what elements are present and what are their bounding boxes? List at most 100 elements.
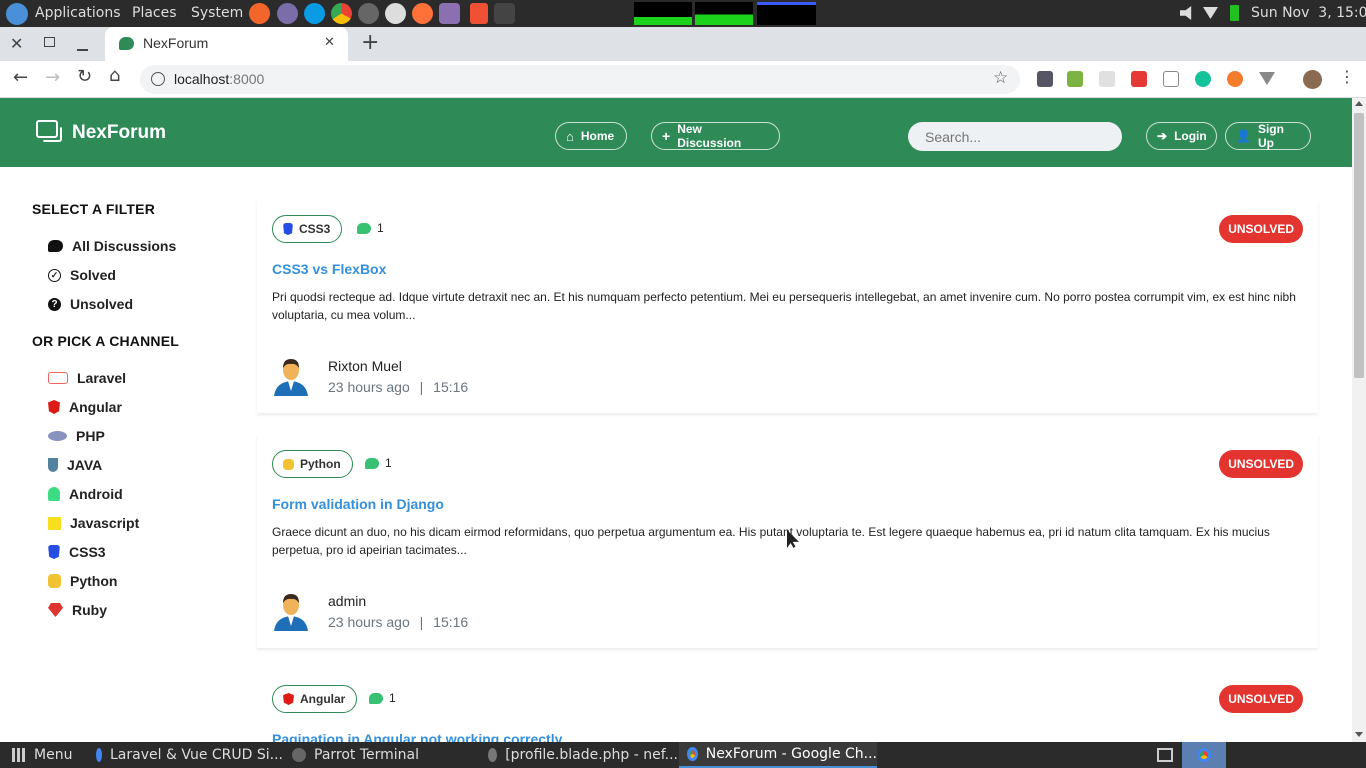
discussion-title-link[interactable]: CSS3 vs FlexBox xyxy=(272,261,386,277)
home-icon[interactable]: ⌂ xyxy=(109,65,120,86)
channel-chip-python[interactable]: Python xyxy=(272,450,353,478)
chrome-icon[interactable] xyxy=(331,3,352,24)
author-name[interactable]: admin xyxy=(328,593,366,609)
meta-separator: | xyxy=(419,379,424,395)
discussion-card: CSS3 1 UNSOLVED CSS3 vs FlexBox Pri quod… xyxy=(257,200,1318,413)
system-menu[interactable]: System xyxy=(191,5,243,21)
taskbar-item[interactable]: [profile.blade.php - nef... xyxy=(480,742,678,768)
channel-label: JAVA xyxy=(67,457,103,473)
channel-angular[interactable]: Angular xyxy=(48,399,122,415)
signup-button[interactable]: 👤 Sign Up xyxy=(1225,122,1311,150)
status-badge: UNSOLVED xyxy=(1219,215,1303,243)
filter-unsolved[interactable]: ? Unsolved xyxy=(48,296,133,312)
screenshot-icon[interactable] xyxy=(385,3,406,24)
volume-icon[interactable] xyxy=(1180,6,1192,20)
restore-window-icon[interactable] xyxy=(44,37,55,47)
channel-chip-angular[interactable]: Angular xyxy=(272,685,358,713)
firefox-icon[interactable] xyxy=(412,3,433,24)
channel-php[interactable]: PHP xyxy=(48,428,105,444)
extension-icon[interactable] xyxy=(1227,71,1243,87)
forward-icon[interactable]: → xyxy=(45,67,60,88)
new-discussion-button[interactable]: + New Discussion xyxy=(651,122,780,150)
chrome-icon xyxy=(687,747,698,761)
taskbar-item[interactable]: Parrot Terminal xyxy=(284,742,479,768)
page-scrollbar[interactable] xyxy=(1352,98,1366,742)
launcher-icon[interactable] xyxy=(249,3,270,24)
battery-icon[interactable] xyxy=(1230,5,1239,21)
git-icon[interactable] xyxy=(470,3,488,24)
taskbar-item-active[interactable]: NexForum - Google Ch... xyxy=(679,742,877,768)
channel-laravel[interactable]: Laravel xyxy=(48,370,126,386)
extension-icon[interactable] xyxy=(1163,71,1179,87)
author-avatar[interactable] xyxy=(272,591,310,631)
tab-nexforum[interactable]: NexForum ✕ xyxy=(105,27,348,61)
extension-icon[interactable] xyxy=(1067,71,1083,87)
reply-count: 1 xyxy=(365,456,392,470)
filter-all-discussions[interactable]: All Discussions xyxy=(48,238,176,254)
reload-icon[interactable]: ↻ xyxy=(77,66,92,87)
meta-separator: | xyxy=(419,614,424,630)
clock[interactable]: Sun Nov 3, 15:02 xyxy=(1251,5,1366,21)
post-meta: 23 hours ago | 15:16 xyxy=(328,614,468,630)
close-window-icon[interactable]: ✕ xyxy=(10,34,23,53)
places-menu[interactable]: Places xyxy=(132,5,177,21)
channel-python[interactable]: Python xyxy=(48,573,117,589)
launcher-icon[interactable] xyxy=(358,3,379,24)
reply-count-value: 1 xyxy=(385,456,392,470)
filter-solved[interactable]: ✓ Solved xyxy=(48,267,116,283)
extension-icon[interactable] xyxy=(1099,71,1115,87)
post-ago: 23 hours ago xyxy=(328,614,410,630)
search-input[interactable] xyxy=(908,122,1122,151)
home-button[interactable]: ⌂ Home xyxy=(555,122,627,150)
address-bar[interactable]: localhost:8000 ☆ xyxy=(140,65,1020,94)
applications-menu[interactable]: Applications xyxy=(35,5,121,21)
minimize-window-icon[interactable] xyxy=(77,49,88,51)
new-tab-icon[interactable]: + xyxy=(361,30,379,55)
wifi-icon[interactable] xyxy=(1203,7,1218,19)
channel-label: CSS3 xyxy=(69,544,106,560)
workspace-switcher-icon[interactable] xyxy=(1157,748,1173,762)
channel-chip-css3[interactable]: CSS3 xyxy=(272,215,343,243)
parrot-logo-icon[interactable] xyxy=(6,3,28,25)
skype-icon[interactable] xyxy=(304,3,325,24)
channel-java[interactable]: JAVA xyxy=(48,457,102,473)
taskbar-item[interactable]: Laravel & Vue CRUD Si... xyxy=(88,742,283,768)
editor-icon[interactable] xyxy=(439,3,460,24)
grammarly-icon[interactable] xyxy=(1195,71,1211,87)
brand-name[interactable]: NexForum xyxy=(72,122,166,144)
launcher-icon[interactable] xyxy=(277,3,298,24)
channel-label: PHP xyxy=(76,428,105,444)
scroll-up-arrow-icon[interactable] xyxy=(1355,101,1363,106)
channel-css3[interactable]: CSS3 xyxy=(48,544,106,560)
discussion-title-link[interactable]: Form validation in Django xyxy=(272,496,444,512)
author-name[interactable]: Rixton Muel xyxy=(328,358,402,374)
reply-count-value: 1 xyxy=(377,221,384,235)
back-icon[interactable]: ← xyxy=(13,67,28,88)
favicon-comments-icon xyxy=(119,37,134,50)
discussion-title-link[interactable]: Pagination in Angular not working correc… xyxy=(272,731,562,742)
extension-icon[interactable] xyxy=(1037,71,1053,87)
channel-ruby[interactable]: Ruby xyxy=(48,602,107,618)
channel-android[interactable]: Android xyxy=(48,486,123,502)
bookmark-star-icon[interactable]: ☆ xyxy=(993,68,1008,88)
extension-icon[interactable] xyxy=(1131,71,1147,87)
login-button[interactable]: ➔ Login xyxy=(1146,122,1217,150)
scrollbar-thumb[interactable] xyxy=(1354,113,1364,378)
filter-heading: SELECT A FILTER xyxy=(32,201,156,217)
author-avatar[interactable] xyxy=(272,356,310,396)
profile-avatar[interactable] xyxy=(1303,70,1322,89)
workspace-chrome-icon[interactable] xyxy=(1182,742,1226,768)
close-tab-icon[interactable]: ✕ xyxy=(324,35,335,50)
site-info-icon[interactable] xyxy=(151,72,165,86)
terminal-icon[interactable] xyxy=(494,3,515,24)
channel-javascript[interactable]: Javascript xyxy=(48,515,139,531)
start-menu-button[interactable]: Menu xyxy=(4,742,84,768)
extension-icon[interactable] xyxy=(1259,72,1275,85)
filter-label: Unsolved xyxy=(70,296,134,312)
chrome-menu-icon[interactable]: ⋮ xyxy=(1339,67,1355,86)
plus-icon: + xyxy=(662,128,671,144)
os-taskbar: Menu Laravel & Vue CRUD Si... Parrot Ter… xyxy=(0,742,1366,768)
chrome-icon xyxy=(96,748,102,762)
url-text: localhost:8000 xyxy=(174,71,264,87)
scroll-down-arrow-icon[interactable] xyxy=(1355,732,1363,737)
